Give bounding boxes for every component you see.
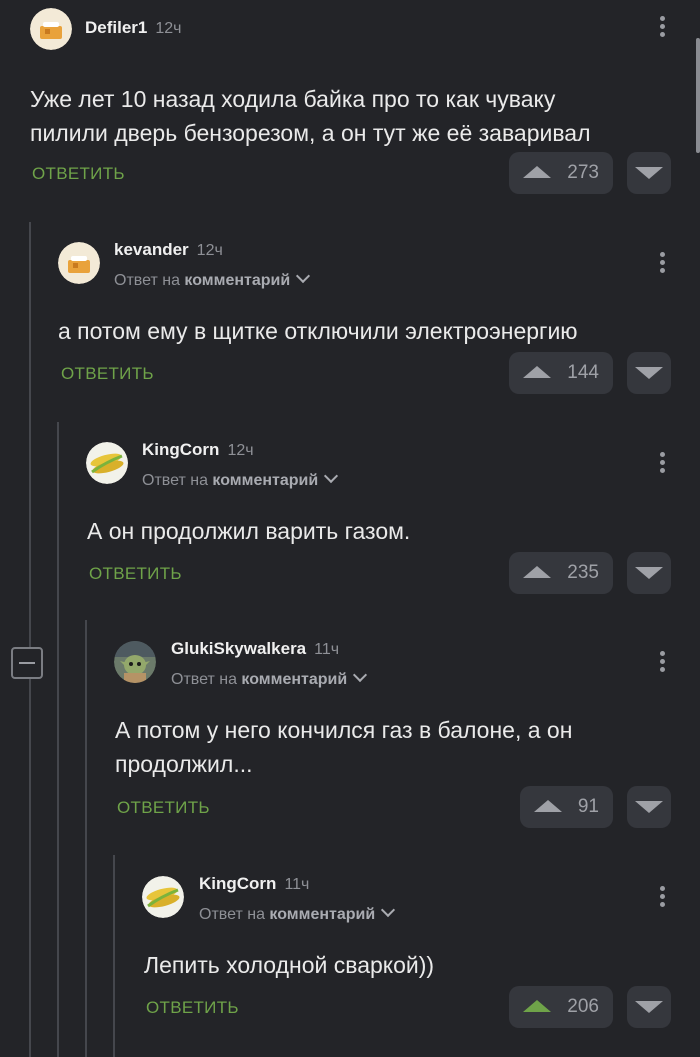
downvote-button[interactable] [627,986,671,1028]
comment-text: Лепить холодной сваркой)) [144,952,435,978]
comment-text: а потом ему в щитке отключили электроэне… [58,318,578,344]
downvote-button[interactable] [627,152,671,194]
reply-to[interactable]: Ответ на комментарий [142,468,339,490]
reply-button[interactable]: ОТВЕТИТЬ [61,364,154,384]
thread-line-2 [57,422,59,1057]
reply-to[interactable]: Ответ на комментарий [114,268,311,290]
vote-count: 235 [567,562,599,583]
chevron-down-icon [353,667,368,683]
rating-box: 91 [520,786,613,828]
comment-time: 11ч [314,641,340,658]
upvote-icon[interactable] [523,166,551,178]
comment-time: 12ч [155,20,182,37]
upvote-icon[interactable] [523,566,551,578]
downvote-button[interactable] [627,352,671,394]
scrollbar[interactable] [696,38,700,153]
comment-author[interactable]: GlukiSkywalkera 11ч [171,639,339,659]
vote-count: 206 [567,996,599,1017]
comment-author[interactable]: KingCorn 12ч [142,440,254,460]
upvote-icon[interactable] [523,1000,551,1012]
avatar[interactable] [114,641,156,683]
vote-count: 144 [567,362,599,383]
comment-text: А он продолжил варить газом. [87,518,411,544]
more-options-icon[interactable] [660,252,666,276]
comment-time: 12ч [196,242,223,259]
rating-box: 273 [509,152,613,194]
reply-button[interactable]: ОТВЕТИТЬ [32,164,125,184]
comment-author[interactable]: Defiler1 12ч [85,18,182,38]
chevron-down-icon [296,268,311,284]
thread-line-3 [85,620,87,1057]
downvote-button[interactable] [627,786,671,828]
thread-line-1 [29,222,31,1057]
vote-count: 273 [567,162,599,183]
more-options-icon[interactable] [660,651,666,675]
more-options-icon[interactable] [660,16,666,40]
downvote-button[interactable] [627,552,671,594]
more-options-icon[interactable] [660,886,666,910]
reply-button[interactable]: ОТВЕТИТЬ [146,998,239,1018]
avatar[interactable] [58,242,100,284]
downvote-icon [635,801,663,813]
comment-time: 11ч [284,876,310,893]
comment-text: А потом у него кончился газ в балоне, а … [115,717,573,777]
avatar[interactable] [30,8,72,50]
thread-line-4 [113,855,115,1057]
vote-count: 91 [577,796,599,817]
comment-time: 12ч [227,442,254,459]
avatar[interactable] [142,876,184,918]
more-options-icon[interactable] [660,452,666,476]
reply-button[interactable]: ОТВЕТИТЬ [117,798,210,818]
downvote-icon [635,567,663,579]
downvote-icon [635,1001,663,1013]
comment-author[interactable]: kevander 12ч [114,240,223,260]
reply-to[interactable]: Ответ на комментарий [171,667,368,689]
avatar[interactable] [86,442,128,484]
collapse-thread-button[interactable] [11,647,43,679]
upvote-icon[interactable] [523,366,551,378]
comment-text: Уже лет 10 назад ходила байка про то как… [30,86,591,146]
rating-box: 206 [509,986,613,1028]
reply-button[interactable]: ОТВЕТИТЬ [89,564,182,584]
rating-box: 144 [509,352,613,394]
downvote-icon [635,167,663,179]
minus-icon [19,662,35,664]
downvote-icon [635,367,663,379]
rating-box: 235 [509,552,613,594]
reply-to[interactable]: Ответ на комментарий [199,902,396,924]
chevron-down-icon [381,902,396,918]
comment-author[interactable]: KingCorn 11ч [199,874,309,894]
chevron-down-icon [324,468,339,484]
upvote-icon[interactable] [534,800,562,812]
